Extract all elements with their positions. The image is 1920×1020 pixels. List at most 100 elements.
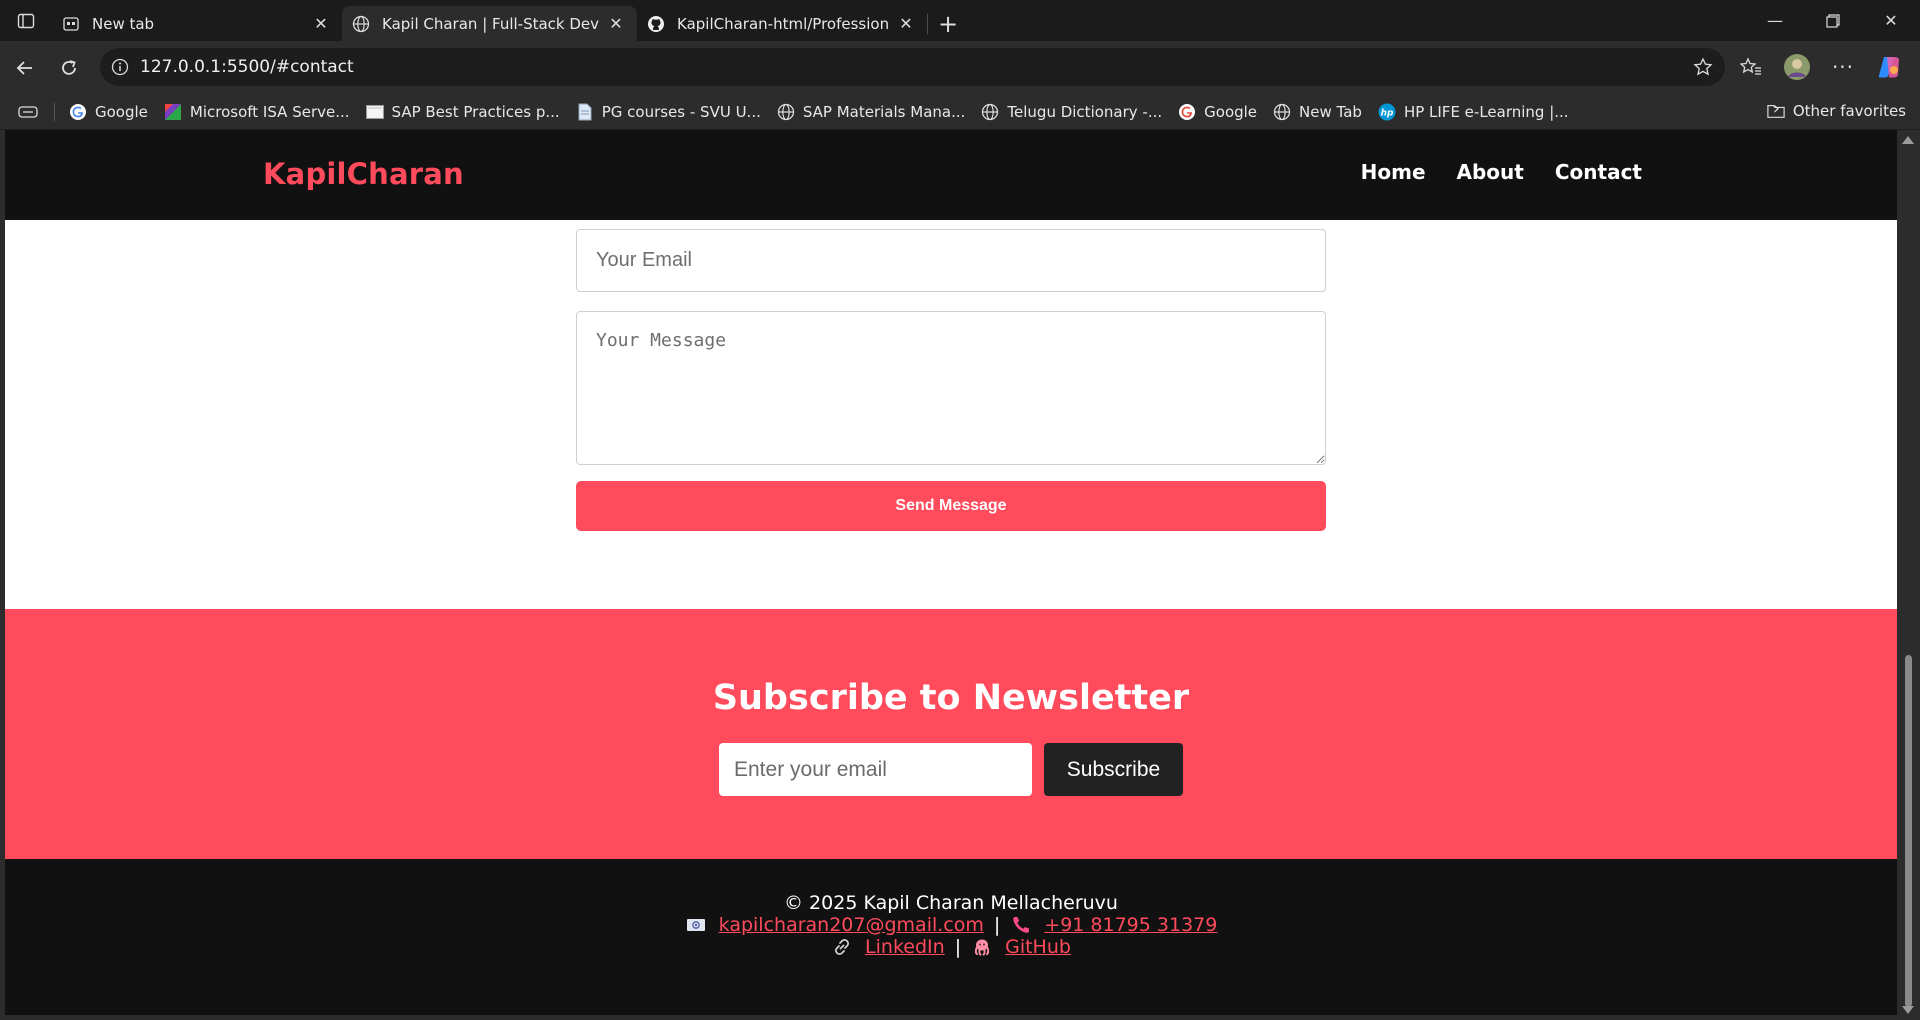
doc-icon <box>576 103 594 121</box>
other-favorites-label: Other favorites <box>1792 102 1906 120</box>
address-bar[interactable]: 127.0.0.1:5500/#contact <box>100 48 1725 86</box>
url-text: 127.0.0.1:5500/#contact <box>140 57 354 77</box>
tab-actions-icon <box>17 13 35 28</box>
bookmark-pg-courses[interactable]: PG courses - SVU U... <box>568 97 769 127</box>
github-icon <box>647 15 665 33</box>
bookmark-new-tab[interactable]: New Tab <box>1265 97 1370 127</box>
bookmark-telugu-dictionary[interactable]: Telugu Dictionary -... <box>973 97 1170 127</box>
tab-strip: New tab ✕ Kapil Charan | Full-Stack Deve… <box>0 0 1920 41</box>
google-icon <box>1178 103 1196 121</box>
site-header: KapilCharan Home About Contact <box>5 130 1897 220</box>
new-tab-favicon-icon <box>62 15 80 33</box>
globe-icon <box>981 103 999 121</box>
address-toolbar: 127.0.0.1:5500/#contact ··· <box>0 41 1920 94</box>
footer-copyright: © 2025 Kapil Charan Mellacheruvu <box>784 892 1118 914</box>
bookmark-label: Google <box>95 102 148 121</box>
footer-social-line: LinkedIn | GitHub <box>5 936 1897 958</box>
message-field[interactable] <box>576 311 1326 465</box>
send-message-button[interactable]: Send Message <box>576 481 1326 531</box>
page-icon <box>365 103 384 121</box>
favorite-star-icon[interactable] <box>1693 57 1713 82</box>
newsletter-section: Subscribe to Newsletter Subscribe <box>5 609 1897 859</box>
new-tab-button[interactable]: + <box>928 6 968 41</box>
reading-view-button[interactable] <box>0 97 48 127</box>
nav-about-link[interactable]: About <box>1457 160 1524 184</box>
favorites-button[interactable] <box>1728 47 1774 87</box>
plus-icon: + <box>937 9 959 38</box>
page-viewport: KapilCharan Home About Contact Send Mess… <box>5 130 1897 1015</box>
tab-github-repo[interactable]: KapilCharan-html/Professional-Landing ✕ <box>637 6 927 41</box>
bookmark-label: HP LIFE e-Learning |... <box>1403 102 1569 121</box>
svg-text:hp: hp <box>1381 108 1394 118</box>
bookmark-label: Microsoft ISA Serve... <box>189 102 350 121</box>
toolbar-right: ··· <box>1728 47 1912 87</box>
refresh-button[interactable] <box>47 48 91 88</box>
footer-contact-line: kapilcharan207@gmail.com | +91 81795 313… <box>5 914 1897 936</box>
site-footer: © 2025 Kapil Charan Mellacheruvu kapilch… <box>5 859 1897 1015</box>
phone-icon <box>1010 915 1032 935</box>
contact-form: Send Message <box>576 229 1326 531</box>
site-logo[interactable]: KapilCharan <box>263 157 464 191</box>
bookmark-divider <box>54 102 55 121</box>
close-icon[interactable]: ✕ <box>605 13 627 35</box>
window-edge <box>0 1015 1920 1020</box>
close-icon[interactable]: ✕ <box>310 13 332 35</box>
window-controls: — ✕ <box>1746 0 1920 41</box>
bookmark-label: SAP Best Practices p... <box>391 102 560 121</box>
restore-icon <box>1826 13 1840 28</box>
octopus-icon <box>971 937 993 957</box>
bookmarks-bar: Google Microsoft ISA Serve... SAP Best P… <box>0 94 1920 129</box>
tab-new-tab[interactable]: New tab ✕ <box>52 6 342 41</box>
bookmark-sap-materials[interactable]: SAP Materials Mana... <box>769 97 974 127</box>
favorites-icon <box>1740 57 1761 75</box>
newsletter-title: Subscribe to Newsletter <box>712 678 1190 718</box>
scrollbar-thumb[interactable] <box>1905 655 1912 1007</box>
scroll-down-arrow-icon[interactable] <box>1902 1006 1914 1014</box>
profile-avatar[interactable] <box>1774 47 1820 87</box>
more-menu-button[interactable]: ··· <box>1820 47 1866 87</box>
bookmark-hp-life[interactable]: hp HP LIFE e-Learning |... <box>1370 97 1577 127</box>
newsletter-email-input[interactable] <box>719 743 1032 796</box>
tab-actions-button[interactable] <box>0 0 52 41</box>
bookmark-label: Telugu Dictionary -... <box>1007 102 1163 121</box>
subscribe-button[interactable]: Subscribe <box>1044 743 1183 796</box>
bookmark-google[interactable]: Google <box>61 97 156 127</box>
site-info-icon[interactable] <box>100 58 140 76</box>
avatar-icon <box>1784 54 1810 80</box>
footer-phone-link[interactable]: +91 81795 31379 <box>1044 914 1217 936</box>
close-window-button[interactable]: ✕ <box>1862 0 1920 41</box>
tab-active-portfolio[interactable]: Kapil Charan | Full-Stack Developer ✕ <box>342 6 637 41</box>
page-scrollbar[interactable] <box>1897 130 1920 1020</box>
bookmark-microsoft-isa[interactable]: Microsoft ISA Serve... <box>156 97 358 127</box>
google-icon <box>69 103 87 121</box>
bookmark-google-2[interactable]: Google <box>1170 97 1265 127</box>
separator: | <box>954 936 962 958</box>
scroll-up-arrow-icon[interactable] <box>1902 136 1914 144</box>
restore-button[interactable] <box>1804 0 1862 41</box>
nav-contact-link[interactable]: Contact <box>1555 160 1642 184</box>
footer-linkedin-link[interactable]: LinkedIn <box>865 936 945 958</box>
close-icon[interactable]: ✕ <box>895 13 917 35</box>
nav-home-link[interactable]: Home <box>1361 160 1426 184</box>
copilot-button[interactable] <box>1866 47 1912 87</box>
separator: | <box>993 914 1001 936</box>
globe-icon <box>1273 103 1291 121</box>
link-icon <box>831 937 853 957</box>
folder-icon <box>1767 102 1785 120</box>
back-button[interactable] <box>3 48 47 88</box>
site-nav: Home About Contact <box>1361 160 1642 184</box>
email-icon <box>685 915 707 935</box>
other-favorites-folder[interactable]: Other favorites <box>1759 96 1914 126</box>
tab-title: New tab <box>92 14 155 33</box>
bookmark-label: SAP Materials Mana... <box>802 102 966 121</box>
footer-github-link[interactable]: GitHub <box>1005 936 1071 958</box>
bookmark-sap-best-practices[interactable]: SAP Best Practices p... <box>358 97 568 127</box>
minimize-button[interactable]: — <box>1746 0 1804 41</box>
bookmark-label: Google <box>1204 102 1258 121</box>
footer-email-link[interactable]: kapilcharan207@gmail.com <box>719 914 984 936</box>
isa-icon <box>164 103 182 121</box>
hp-icon: hp <box>1378 103 1396 121</box>
sidebar-toggle-icon <box>18 105 38 118</box>
email-field[interactable] <box>576 229 1326 292</box>
back-arrow-icon <box>16 60 32 75</box>
